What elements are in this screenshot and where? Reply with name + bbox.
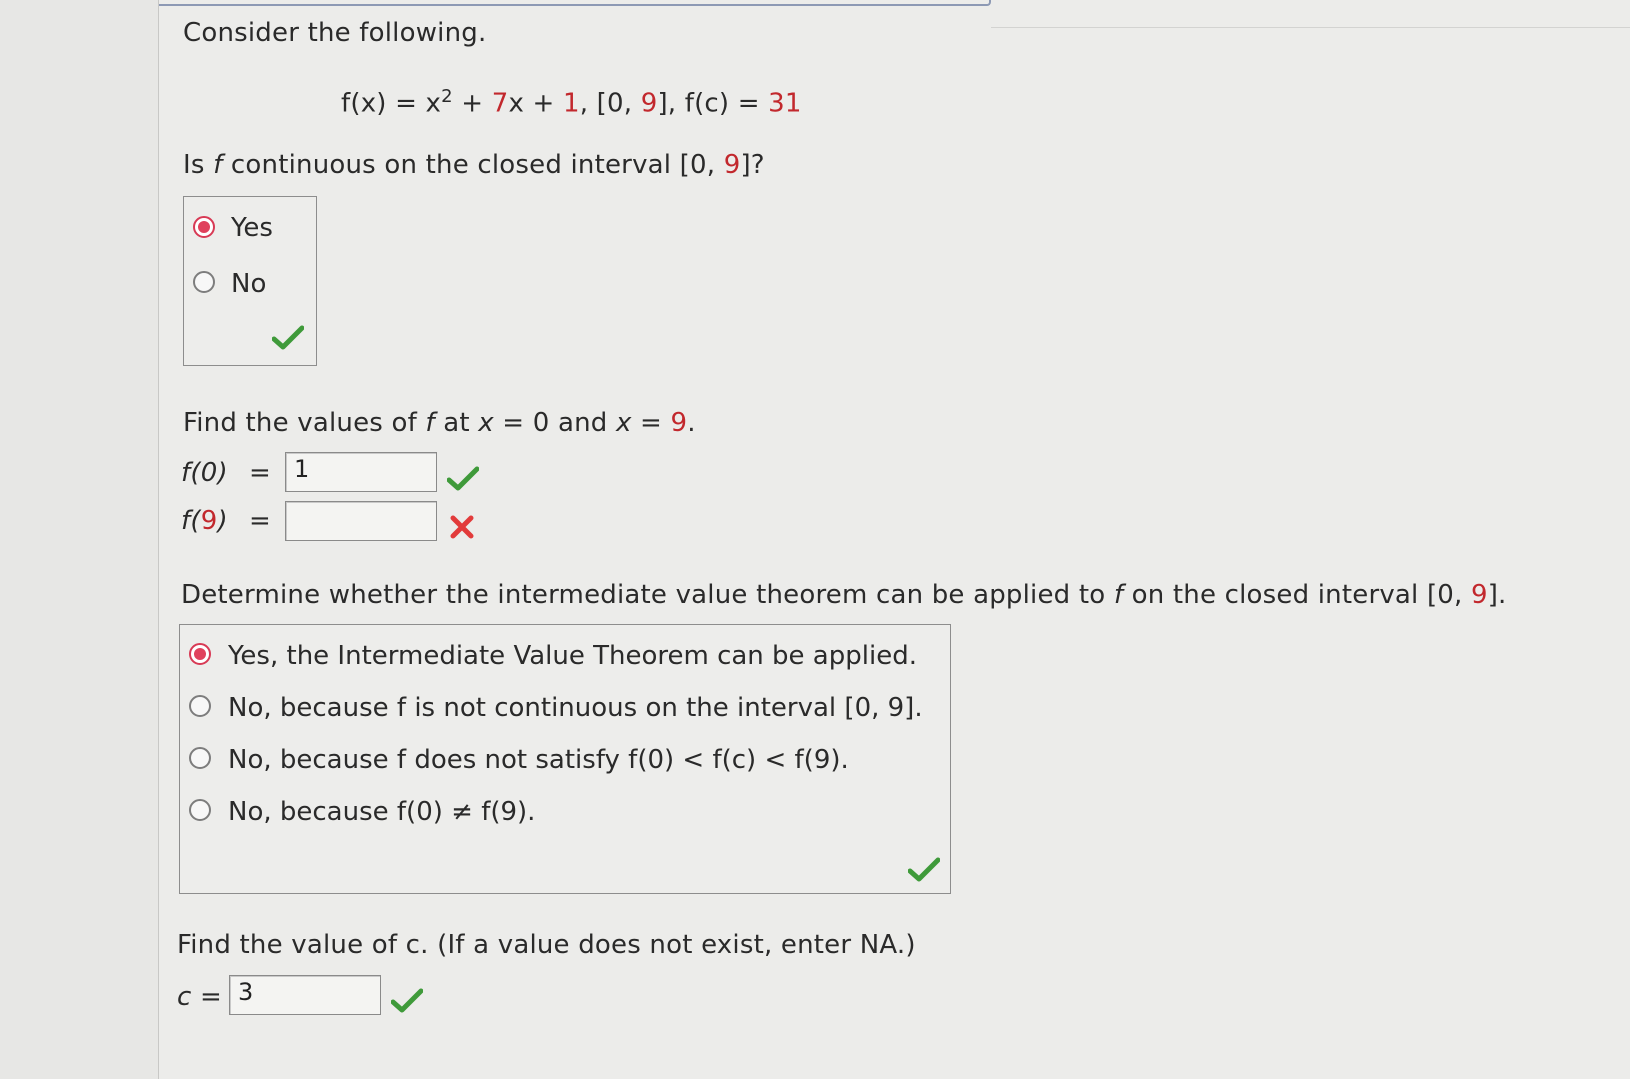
check-icon [272,325,304,350]
q3-options-box: Yes, the Intermediate Value Theorem can … [179,624,951,894]
q1-radio-no[interactable] [193,271,215,293]
f0-label: f(0) [181,458,228,488]
check-icon [908,857,940,882]
q3-option-not-equal[interactable]: No, because f(0) ≠ f(9). [228,797,535,827]
q3-radio-not-satisfy[interactable] [189,747,211,769]
q2-eq0: = 0 and [493,408,616,438]
f9-label: f(9) [181,506,228,536]
f0-label-text: f(0) [181,458,228,488]
function-var: x + [508,88,563,119]
q3-option-not-satisfy[interactable]: No, because f does not satisfy f(0) < f(… [228,745,849,775]
q3-radio-not-continuous[interactable] [189,695,211,717]
f0-input[interactable]: 1 [285,452,437,492]
q2-x: x [478,408,494,438]
q3-option-yes[interactable]: Yes, the Intermediate Value Theorem can … [228,641,917,671]
f0-equals: = [249,458,271,488]
q2-var: f [425,408,435,438]
q3-option-not-continuous[interactable]: No, because f is not continuous on the i… [228,693,923,723]
top-panel-edge [159,0,991,6]
q1-prompt: Is f continuous on the closed interval [… [183,150,765,180]
q3-radio-not-equal[interactable] [189,799,211,821]
function-definition: f(x) = x2 + 7x + 1, [0, 9], f(c) = 31 [341,86,802,119]
q4-prompt: Find the value of c. (If a value does no… [177,930,916,960]
q2-x2: x [615,408,632,438]
q1-prefix: Is [183,150,214,180]
q1-interval-end: 9 [723,150,741,180]
q2-at: at [434,408,479,438]
function-const: 1 [562,88,580,119]
check-icon [391,988,423,1013]
question-page: Consider the following. f(x) = x2 + 7x +… [158,0,1630,1079]
f9-label-prefix: f( [181,506,201,536]
f9-equals: = [249,506,271,536]
cross-icon [450,515,474,539]
q2-eq9: = [631,408,671,438]
q2-interval-end: 9 [670,408,688,438]
function-sep2: ], f(c) = [657,88,769,119]
q1-middle: continuous on the closed interval [0, [222,150,724,180]
q3-middle: on the closed interval [0, [1123,580,1471,610]
intro-text: Consider the following. [183,18,487,48]
c-label: c = [177,982,222,1012]
q3-prefix: Determine whether the intermediate value… [181,580,1114,610]
q3-radio-yes[interactable] [189,643,211,665]
q3-var: f [1113,580,1124,610]
f9-input[interactable] [285,501,437,541]
q1-option-no[interactable]: No [231,269,266,299]
q1-radio-yes[interactable] [193,216,215,238]
f9-label-suffix: ) [217,506,228,536]
function-sep1: , [0, [579,88,641,119]
function-lhs: f(x) = x [341,88,442,119]
f9-label-arg: 9 [200,506,218,536]
q3-prompt: Determine whether the intermediate value… [181,580,1507,610]
c-input[interactable]: 3 [229,975,381,1015]
check-icon [447,466,479,491]
q1-options-box: Yes No [183,196,317,366]
top-divider [991,27,1630,28]
q2-prefix: Find the values of [183,408,426,438]
q3-interval-end: 9 [1470,580,1488,610]
q1-suffix: ]? [740,150,765,180]
function-coef: 7 [491,88,509,119]
function-exponent: 2 [441,86,453,107]
q1-option-yes[interactable]: Yes [231,213,273,243]
function-plus: + [452,88,492,119]
q3-suffix: ]. [1487,580,1507,610]
function-interval-end: 9 [640,88,658,119]
function-target: 31 [768,88,802,119]
q2-dot: . [687,408,696,438]
q2-prompt: Find the values of f at x = 0 and x = 9. [183,408,696,438]
